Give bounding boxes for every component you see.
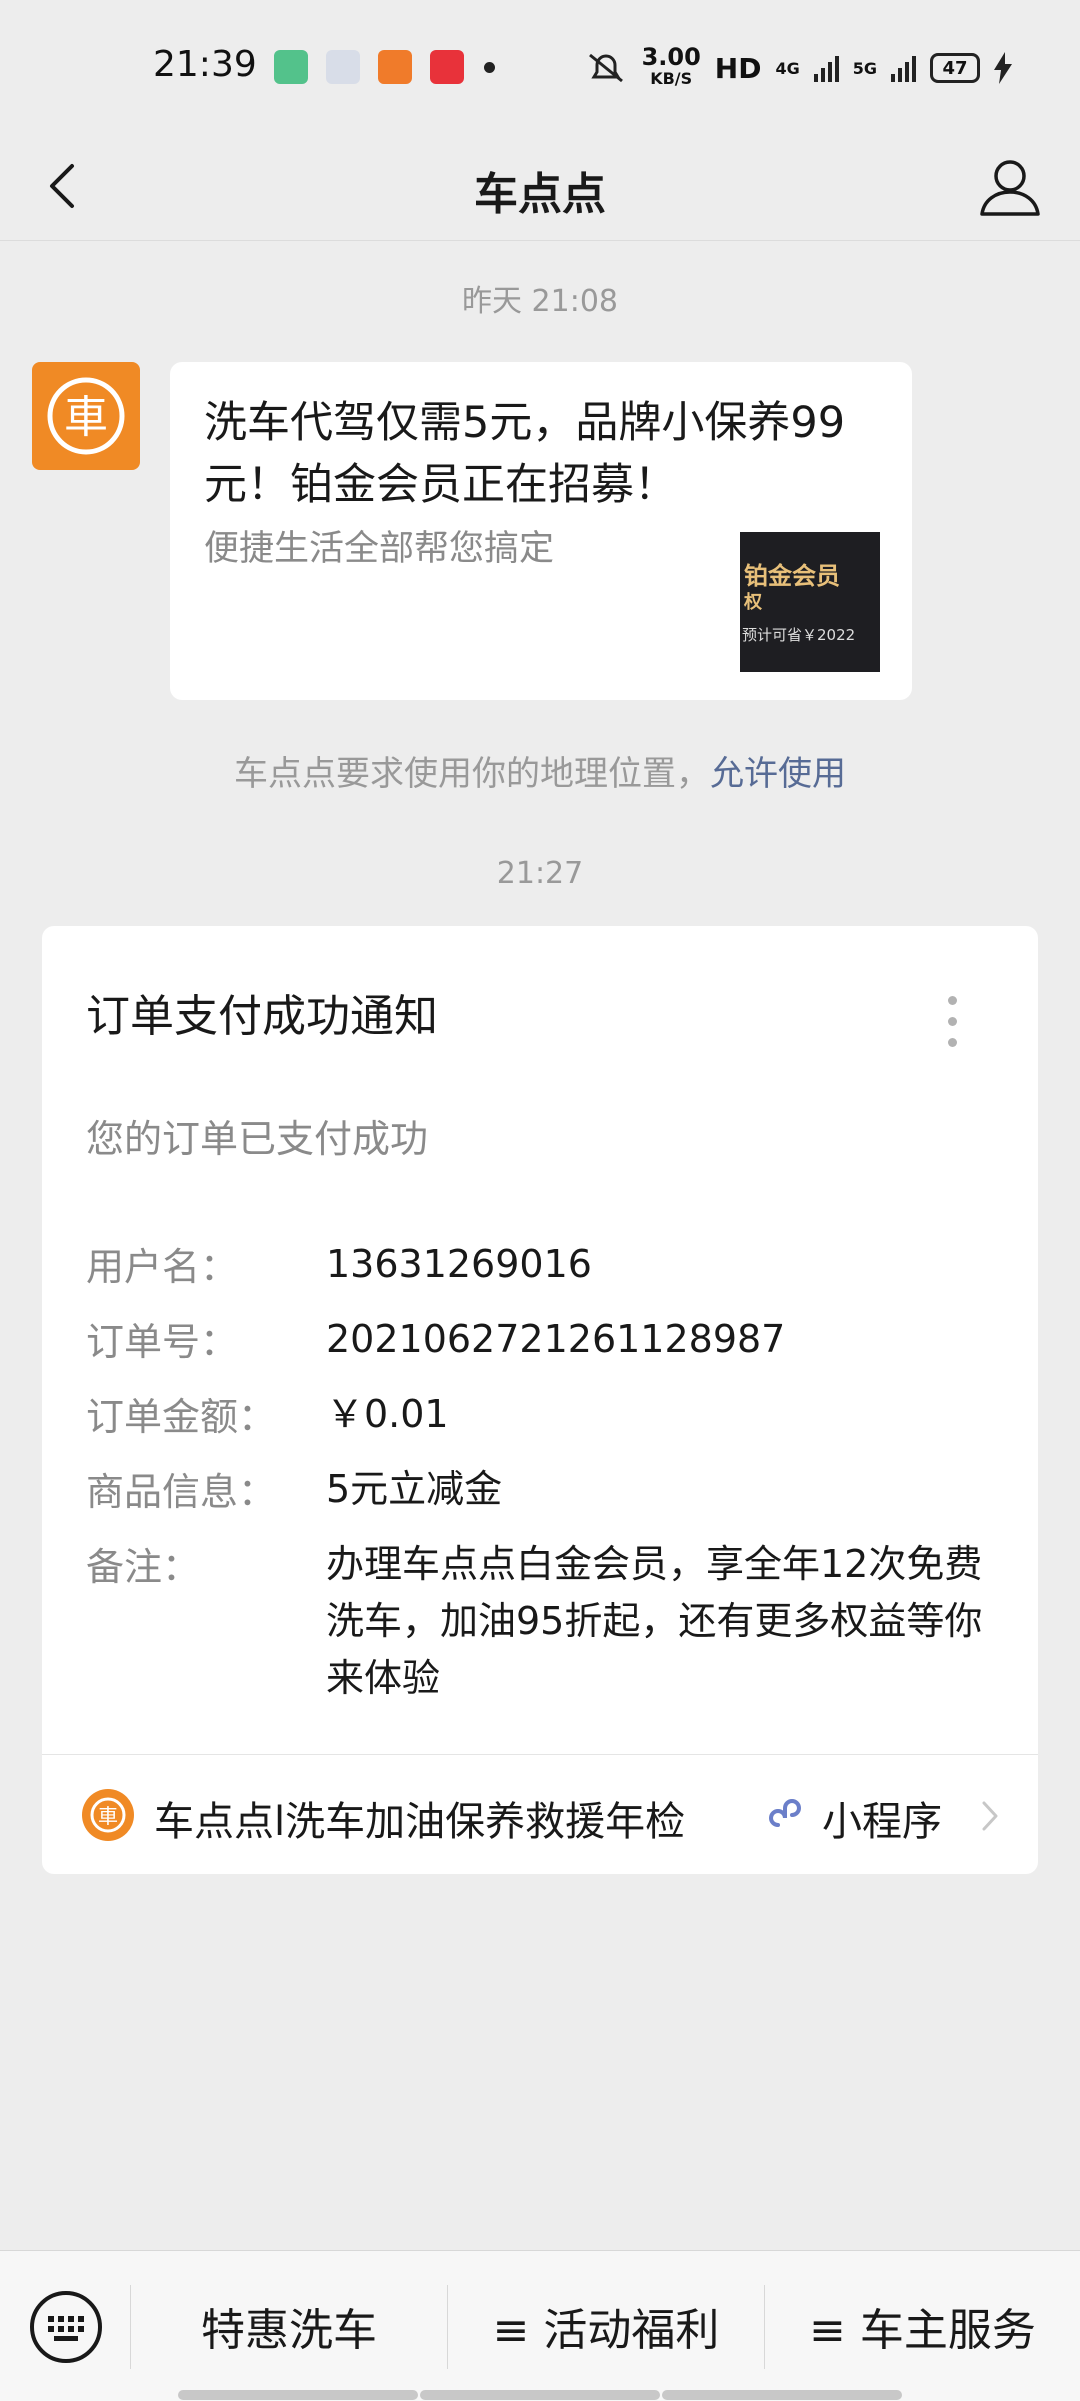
mini-program-link[interactable]: 車 车点点l洗车加油保养救援年检 小程序 — [42, 1755, 1038, 1874]
card-subtitle: 您的订单已支付成功 — [86, 1117, 429, 1161]
gesture-bar — [420, 2390, 660, 2400]
card-title: 订单支付成功通知 — [86, 991, 438, 1042]
thumb-text: 铂金会员 — [744, 562, 840, 590]
row-value: 13631269016 — [326, 1242, 592, 1286]
car-logo-icon: 車 — [82, 1789, 134, 1841]
app-notification-icon — [378, 50, 412, 84]
car-logo-icon: 車 — [47, 377, 125, 455]
status-time: 21:39 — [153, 44, 257, 85]
row-label: 订单金额： — [86, 1395, 277, 1439]
page-title: 车点点 — [474, 169, 606, 220]
payment-notification-card[interactable]: 订单支付成功通知 您的订单已支付成功 用户名： 13631269016 订单号：… — [42, 926, 1038, 1874]
net-4g-label: 4G — [775, 58, 800, 78]
svg-text:車: 車 — [98, 1804, 118, 1828]
app-notification-icon — [274, 50, 308, 84]
thumb-text: 权 — [744, 592, 762, 613]
menu-activities[interactable]: ≡ 活动福利 — [448, 2251, 764, 2401]
signal-icon — [891, 54, 916, 82]
row-label: 订单号： — [86, 1320, 239, 1364]
charging-icon — [994, 52, 1012, 84]
chevron-right-icon — [982, 1801, 998, 1831]
menu-car-wash-deals[interactable]: 特惠洗车 — [131, 2251, 447, 2401]
more-notifications-icon — [484, 62, 495, 73]
mini-program-icon — [769, 1799, 801, 1827]
svg-text:車: 車 — [64, 392, 108, 443]
row-value: 202106272126112898​7 — [326, 1317, 786, 1361]
article-thumbnail: 铂金会员 权 预计可省￥2022 — [740, 532, 880, 672]
row-label: 备注： — [86, 1545, 201, 1589]
user-icon[interactable] — [974, 150, 1046, 222]
article-title: 洗车代驾仅需5元，品牌小保养99元！铂金会员正在招募！ — [204, 398, 846, 510]
net-5g-label: 5G — [852, 58, 877, 78]
battery-icon: 47 — [930, 53, 980, 83]
menu-owner-services[interactable]: ≡ 车主服务 — [765, 2251, 1080, 2401]
chat-timestamp: 昨天 21:08 — [462, 284, 618, 319]
mini-program-name: 车点点l洗车加油保养救援年检 — [154, 1799, 686, 1845]
allow-location-link[interactable]: 允许使用 — [710, 754, 846, 794]
signal-icon — [813, 54, 839, 82]
location-request-note: 车点点要求使用你的地理位置，允许使用 — [0, 746, 1080, 795]
gesture-bar — [662, 2390, 902, 2400]
chat-timestamp: 21:27 — [496, 856, 584, 891]
network-speed: 3.00 KB/S — [641, 43, 701, 88]
row-value: ￥0.01 — [326, 1392, 449, 1436]
article-desc: 便捷生活全部帮您搞定 — [204, 529, 555, 569]
keyboard-icon[interactable] — [28, 2289, 104, 2365]
nav-bar: 车点点 — [0, 136, 1080, 241]
official-account-avatar[interactable]: 車 — [32, 362, 140, 470]
row-label: 商品信息： — [86, 1470, 277, 1514]
app-notification-icon — [430, 50, 464, 84]
row-label: 用户名： — [86, 1245, 239, 1289]
bottom-menu-bar: 特惠洗车 ≡ 活动福利 ≡ 车主服务 — [0, 2250, 1080, 2401]
app-notification-icon — [326, 50, 360, 84]
thumb-text: 预计可省￥2022 — [742, 626, 856, 644]
row-value: 办理车点点白金会员，享全年12次免费洗车，加油95折起，还有更多权益等你来体验 — [326, 1542, 983, 1700]
hd-label: HD — [714, 51, 762, 85]
status-bar: 21:39 3.00 KB/S HD 4G 5G 47 — [0, 0, 1080, 136]
mini-program-tag: 小程序 — [822, 1799, 942, 1845]
status-indicators: 3.00 KB/S HD 4G 5G 47 — [584, 43, 1012, 90]
article-message-bubble[interactable]: 洗车代驾仅需5元，品牌小保养99元！铂金会员正在招募！ 便捷生活全部帮您搞定 铂… — [170, 362, 912, 700]
gesture-bar — [178, 2390, 418, 2400]
row-value: 5元立减金 — [326, 1467, 503, 1511]
location-note-text: 车点点要求使用你的地理位置， — [234, 754, 710, 794]
mute-icon — [588, 53, 623, 83]
more-options-icon[interactable] — [946, 996, 958, 1052]
